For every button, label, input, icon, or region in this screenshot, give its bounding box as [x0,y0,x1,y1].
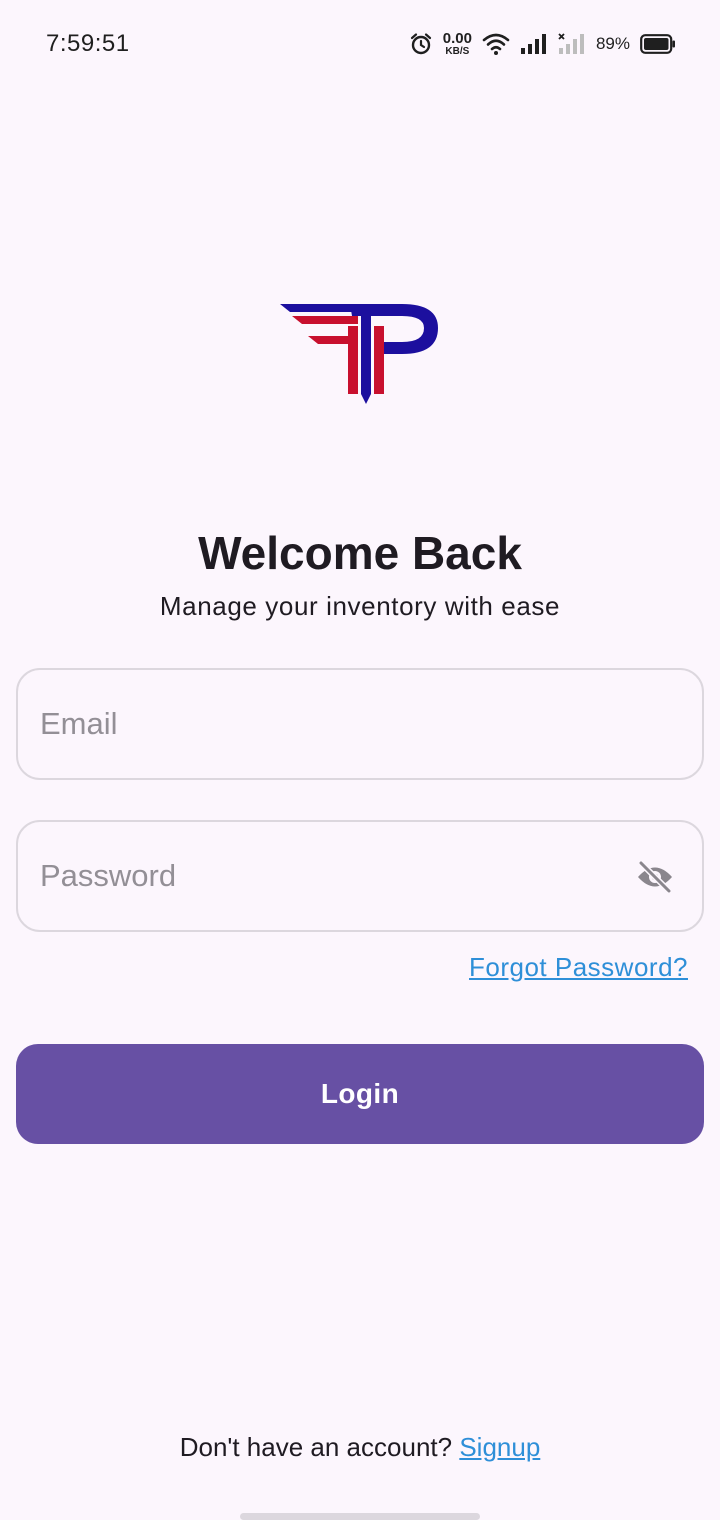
alarm-icon [410,33,431,55]
signup-prompt: Don't have an account? [179,1432,453,1462]
cell-signal-icon [520,34,546,54]
net-speed-unit: KB/S [445,46,470,57]
net-speed: 0.00 KB/S [443,31,472,57]
cell-signal-off-icon [558,33,584,54]
signup-link[interactable]: Signup [459,1432,540,1462]
eye-off-icon[interactable] [636,860,674,894]
app-logo [280,304,438,404]
battery-icon [640,34,675,54]
home-indicator[interactable] [240,1513,480,1520]
forgot-password-link[interactable]: Forgot Password? [469,952,688,983]
email-field[interactable] [16,668,704,780]
status-time: 7:59:51 [46,30,130,57]
password-input[interactable] [40,822,620,930]
login-button[interactable]: Login [16,1044,704,1144]
login-screen: 7:59:51 0.00 KB/S 89% Welcome Back Manag… [0,0,720,1520]
net-speed-value: 0.00 [442,30,472,47]
status-bar: 7:59:51 0.00 KB/S 89% [0,0,720,88]
battery-percent: 89% [595,34,630,53]
page-subtitle: Manage your inventory with ease [159,591,561,621]
signup-row: Don't have an account? Signup [0,1432,720,1463]
password-field[interactable] [16,820,704,932]
wifi-icon [482,33,510,55]
status-icons: 0.00 KB/S 89% [409,28,676,60]
page-title: Welcome Back [198,527,522,579]
email-input[interactable] [40,670,620,778]
